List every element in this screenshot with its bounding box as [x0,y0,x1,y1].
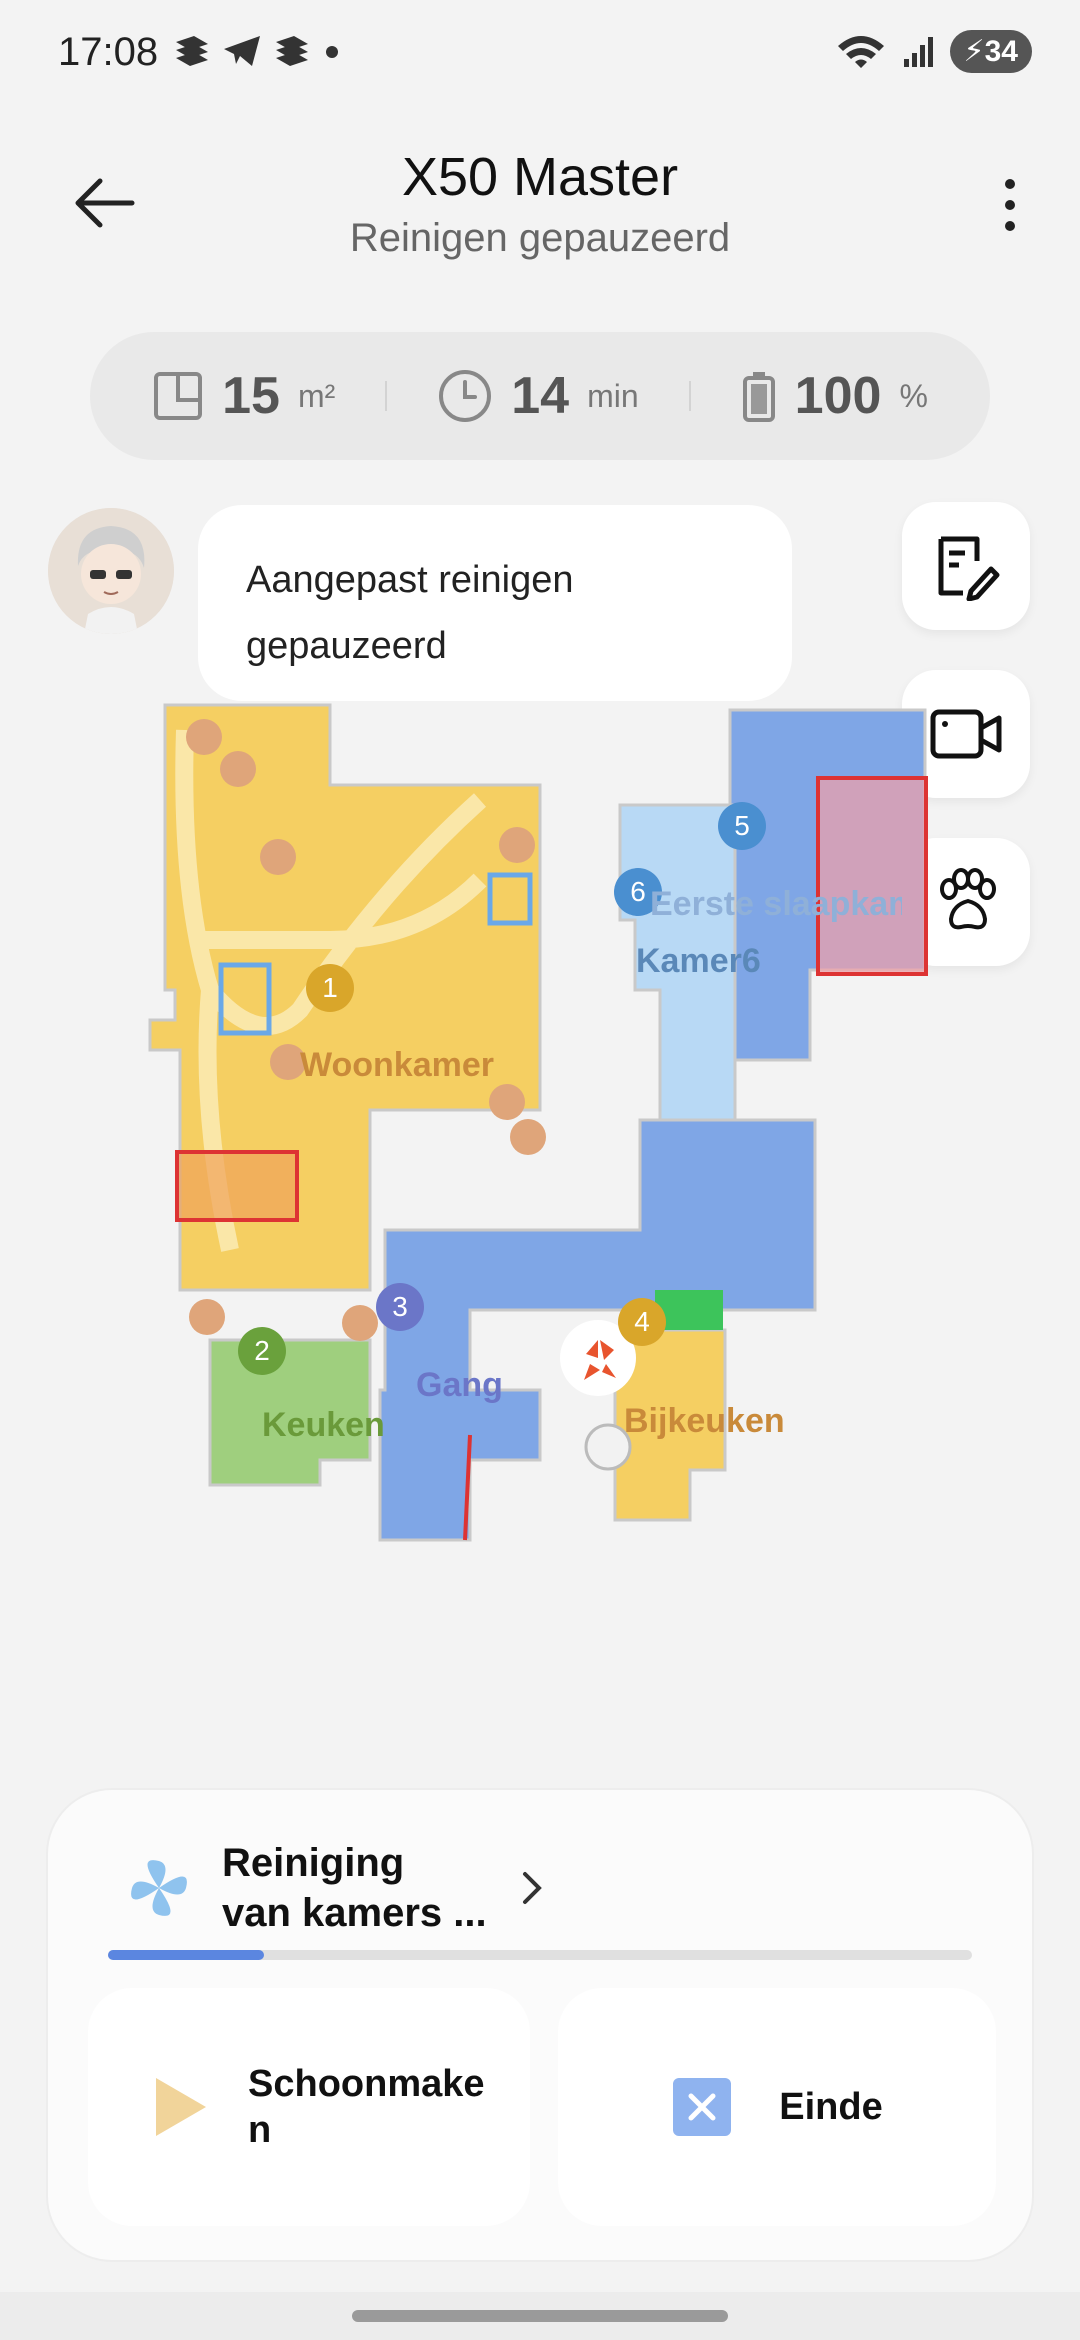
progress-fill [108,1950,264,1960]
wifi-icon [837,35,884,68]
mode-line-1: Reiniging [222,1841,405,1885]
room-number-badge[interactable]: 4 [618,1298,666,1346]
cleaning-progress-bar [108,1950,972,1960]
assistant-avatar[interactable] [48,508,174,634]
area-icon [154,372,203,420]
chevron-right-icon [522,1872,542,1904]
edit-map-icon [938,536,1000,601]
start-label-line-1: Schoonmake [248,2063,485,2105]
fan-icon [131,1860,187,1916]
status-bar: 17:08 ⚡34 [0,0,1080,110]
divider [385,381,388,411]
room-label-bijkeuken[interactable]: Bijkeuken [624,1402,785,1441]
room-number-badge[interactable]: 3 [376,1283,424,1331]
start-label-line-2: n [248,2109,272,2151]
cleaning-stats: 15 m² 14 min 100 % [90,332,990,460]
header: X50 Master Reinigen gepauzeerd [0,130,1080,270]
time-unit: min [587,377,639,414]
device-title: X50 Master [401,147,679,207]
cleaning-mode-label: Reiniging van kamers ... [222,1838,487,1938]
status-indicators: ⚡34 [834,30,1032,73]
signal-icon [903,36,933,67]
control-panel: Reiniging van kamers ... Schoonmake n Ei… [48,1790,1032,2260]
mode-line-2: van kamers ... [222,1891,487,1935]
room-label-gang[interactable]: Gang [416,1366,503,1405]
status-time: 17:08 [58,30,159,74]
floor-plan [148,703,928,1542]
room-number-badge[interactable]: 2 [238,1327,286,1375]
avatar-illustration [48,508,174,634]
end-cleaning-button[interactable]: Einde [558,1988,996,2226]
telegram-icon [224,36,260,66]
notification-icons [172,34,342,68]
divider [688,381,691,411]
play-icon [156,2078,206,2136]
start-button-label: Schoonmake n [248,2061,485,2153]
time-stat: 14 min [437,366,639,426]
status-message: Aangepast reinigen gepauzeerd [198,505,792,701]
area-value: 15 [222,367,280,425]
no-go-zone[interactable] [816,776,928,976]
room-label-kamer6[interactable]: Kamer6 [636,942,761,981]
battery-stat: 100 % [741,366,928,426]
area-stat: 15 m² [152,366,335,426]
room-label-woonkamer[interactable]: Woonkamer [300,1046,494,1085]
dot-icon [326,46,338,58]
edit-map-button[interactable] [902,502,1030,630]
app-notification-icon [176,36,208,66]
time-value: 14 [511,367,570,425]
battery-value: 100 [794,367,882,425]
room-label-eerste-slaapkamer[interactable]: Eerste slaapkamer [650,885,902,924]
room-number-badge[interactable]: 5 [718,802,766,850]
home-indicator[interactable] [352,2310,728,2322]
battery-icon [742,372,775,422]
cleaning-map[interactable]: 1 2 3 4 5 6 Woonkamer Keuken Gang Bijkeu… [0,690,1080,1570]
start-cleaning-button[interactable]: Schoonmake n [88,1988,530,2226]
no-go-zone[interactable] [175,1150,299,1222]
app-notification-icon [276,36,308,66]
cleaning-mode-selector[interactable]: Reiniging van kamers ... [126,1838,547,1938]
room-label-keuken[interactable]: Keuken [262,1406,385,1445]
device-status: Reinigen gepauzeerd [349,216,731,260]
battery-percent: 34 [984,35,1018,68]
battery-unit: % [899,377,928,414]
battery-indicator: ⚡34 [949,30,1032,73]
area-unit: m² [297,377,336,414]
clock-icon [439,370,492,422]
end-button-label: Einde [779,2086,883,2128]
stop-icon [673,2078,732,2136]
more-options-icon[interactable] [980,170,1040,240]
room-number-badge[interactable]: 1 [306,964,354,1012]
